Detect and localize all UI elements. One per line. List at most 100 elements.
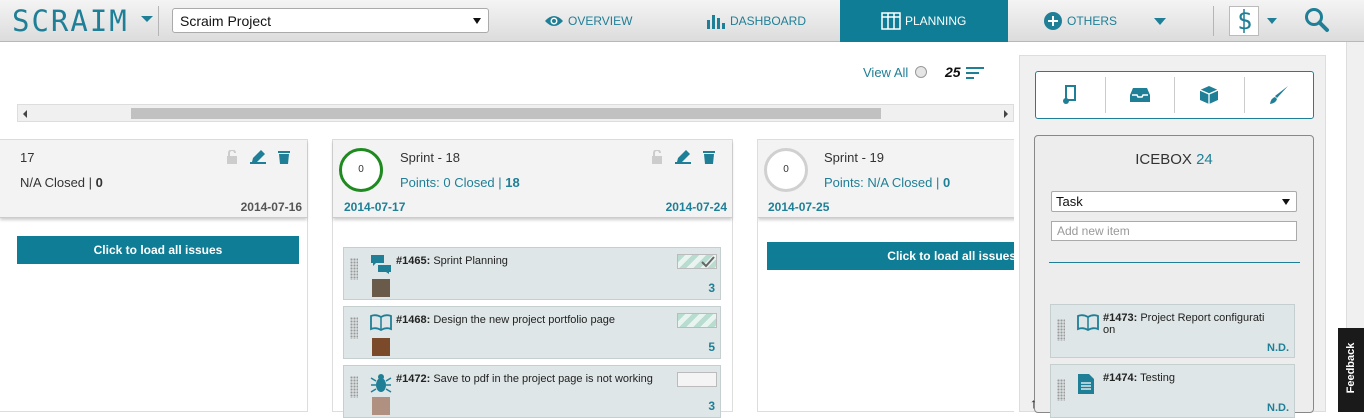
load-all-issues-button[interactable]: Click to load all issues [767,242,1014,270]
user-avatar[interactable]: S [1229,6,1259,36]
sprint-points-total: 0 [95,175,103,190]
user-chevron-down-icon[interactable] [1267,18,1277,24]
tool-inbox-button[interactable] [1106,77,1175,113]
issue-progress-bar [677,313,717,328]
sprint-header: 17 N/A Closed | 0 2014-07-16 [0,140,307,218]
tool-cube-button[interactable] [1175,77,1245,113]
sprint-start-date: 2014-07-25 [768,200,830,214]
brush-icon [1269,86,1288,104]
nav-others-label: OTHERS [1067,14,1118,28]
issue-text: Save to pdf in the project page is not w… [430,373,653,385]
book-icon [1077,314,1099,331]
item-type-value: Task [1056,194,1083,209]
divider [1049,262,1300,263]
bar-chart-icon [707,15,725,29]
music-icon [1063,85,1077,104]
avatar [372,279,390,297]
app-logo[interactable]: SCRAIM [12,4,129,38]
drag-handle-icon[interactable] [350,317,358,339]
scroll-thumb[interactable] [131,108,881,119]
icebox-item[interactable]: #1473: Project Report configurati on N.D… [1050,304,1295,358]
trash-icon[interactable] [278,150,290,164]
bug-icon [370,374,392,393]
edit-icon[interactable] [250,150,266,164]
issue-card[interactable]: #1468: Design the new project portfolio … [343,306,721,359]
cube-icon [1199,86,1219,104]
sprints-horizontal-scrollbar[interactable] [17,104,1014,122]
issue-count-toggle[interactable]: 25 [945,64,985,80]
icebox-item-points: N.D. [1267,342,1289,354]
others-chevron-down-icon[interactable] [1154,18,1166,25]
issue-card[interactable]: #1465: Sprint Planning 3 [343,247,721,300]
nav-planning[interactable]: PLANNING [840,0,1008,42]
issue-progress-bar [677,372,717,387]
project-select[interactable]: Scraim Project [172,8,489,33]
sprint-title: 17 [20,150,35,165]
unlock-icon[interactable] [226,150,238,164]
drag-handle-icon[interactable] [350,258,358,280]
icebox-item-text: Testing [1137,372,1175,384]
sprint-column-17: 17 N/A Closed | 0 2014-07-16 Click to lo… [0,139,308,412]
panel-tool-bar [1035,71,1314,119]
issue-text: Design the new project portfolio page [430,314,615,326]
divider [158,6,159,36]
avatar [372,397,390,415]
inbox-icon [1129,88,1150,102]
scroll-up-arrow-icon[interactable]: ↑ [1030,395,1037,411]
nav-overview-label: OVERVIEW [568,14,633,28]
tool-music-button[interactable] [1036,77,1106,113]
issue-points: 5 [708,340,715,354]
nav-overview[interactable]: OVERVIEW [544,0,664,42]
issue-points: 3 [708,399,715,413]
issue-progress-bar [677,254,717,269]
nav-planning-label: PLANNING [905,14,967,28]
tool-brush-button[interactable] [1245,77,1314,113]
nav-dashboard[interactable]: DASHBOARD [706,0,826,42]
issue-count: 25 [945,64,961,80]
search-icon [1305,8,1329,32]
view-all-radio[interactable] [915,66,927,78]
item-type-select[interactable]: Task [1051,191,1297,212]
icebox: ICEBOX 24 Task Add new item #1473: Proje… [1034,135,1314,418]
sort-lines-icon [966,67,985,80]
icebox-title-text: ICEBOX [1135,151,1192,168]
check-icon [701,256,715,268]
sprint-points-total: 0 [943,175,951,190]
project-select-value: Scraim Project [180,13,272,29]
scroll-right-arrow-icon[interactable] [1004,110,1008,118]
issue-text: Sprint Planning [430,255,508,267]
sprint-points: Points: N/A Closed | 0 [824,175,950,190]
drag-handle-icon[interactable] [350,376,358,398]
sprint-header: 0 Sprint - 19 Points: N/A Closed | 0 201… [758,140,1014,218]
drag-handle-icon[interactable] [1057,379,1065,401]
icebox-item-title: #1474: Testing [1103,372,1273,384]
issue-card[interactable]: #1472: Save to pdf in the project page i… [343,365,721,418]
sprint-column-18: 0 Sprint - 18 Points: 0 Closed | 18 2014… [332,139,733,418]
icebox-item[interactable]: #1474: Testing N.D. [1050,364,1295,418]
edit-icon[interactable] [675,150,691,164]
sprint-points-label: N/A Closed | [20,175,96,190]
drag-handle-icon[interactable] [1057,319,1065,341]
nav-others[interactable]: OTHERS [1043,0,1143,42]
search-button[interactable] [1304,7,1330,36]
scroll-left-arrow-icon[interactable] [23,110,27,118]
logo-menu-chevron-icon[interactable] [141,16,153,22]
sprint-end-date: 2014-07-16 [240,200,302,214]
issue-title: #1472: Save to pdf in the project page i… [396,373,666,385]
load-all-issues-button[interactable]: Click to load all issues [17,236,299,264]
issue-points: 3 [708,281,715,295]
icebox-item-points: N.D. [1267,402,1289,414]
sprint-column-19: 0 Sprint - 19 Points: N/A Closed | 0 201… [757,139,1014,412]
sprint-actions [651,150,715,164]
trash-icon[interactable] [703,150,715,164]
add-new-item-input[interactable]: Add new item [1051,221,1297,241]
sprint-points-total: 18 [505,175,520,190]
issue-title: #1465: Sprint Planning [396,255,666,267]
columns-icon [881,12,901,30]
feedback-tab[interactable]: Feedback [1338,328,1364,412]
sprint-end-date: 2014-07-24 [665,200,727,214]
unlock-icon[interactable] [651,150,663,164]
sprint-title: Sprint - 19 [824,150,884,165]
view-all-link[interactable]: View All [863,65,908,80]
sprint-header: 0 Sprint - 18 Points: 0 Closed | 18 2014… [333,140,732,218]
